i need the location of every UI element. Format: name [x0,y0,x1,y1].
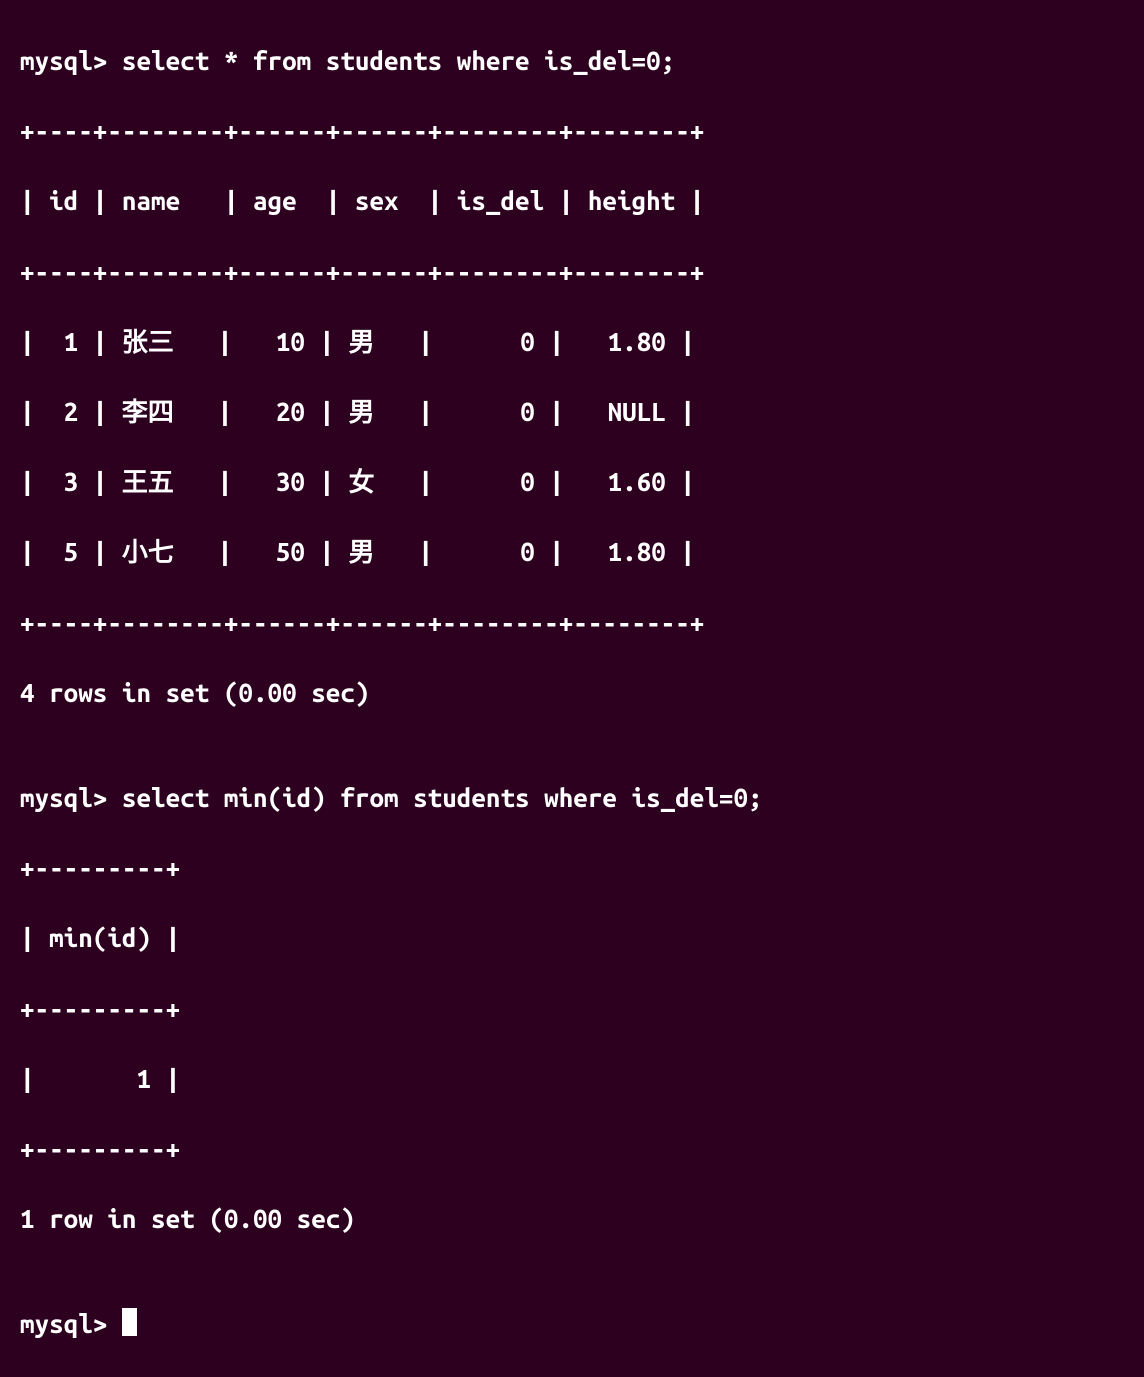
table-row: | 1 | [20,1061,1124,1096]
query1-sql: select * from students where is_del=0; [122,46,675,75]
query2-sql: select min(id) from students where is_de… [122,783,763,812]
query2-header-row: | min(id) | [20,920,1124,955]
query2-border-mid: +---------+ [20,991,1124,1026]
query1-status: 4 rows in set (0.00 sec) [20,675,1124,710]
table-row: | 2 | 李四 | 20 | 男 | 0 | NULL | [20,394,1124,429]
table-row: | 5 | 小七 | 50 | 男 | 0 | 1.80 | [20,534,1124,569]
table-row: | 1 | 张三 | 10 | 男 | 0 | 1.80 | [20,324,1124,359]
query1-header-row: | id | name | age | sex | is_del | heigh… [20,183,1124,218]
query1-border-top: +----+--------+------+------+--------+--… [20,113,1124,148]
mysql-prompt: mysql> [20,783,122,812]
query1-border-mid: +----+--------+------+------+--------+--… [20,254,1124,289]
query2-command-line: mysql> select min(id) from students wher… [20,780,1124,815]
query1-command-line: mysql> select * from students where is_d… [20,43,1124,78]
query2-border-bottom: +---------+ [20,1131,1124,1166]
query1-border-bottom: +----+--------+------+------+--------+--… [20,605,1124,640]
terminal-output: mysql> select * from students where is_d… [20,8,1124,1377]
query2-border-top: +---------+ [20,850,1124,885]
mysql-prompt: mysql> [20,46,122,75]
active-prompt-line[interactable]: mysql> [20,1306,1124,1341]
query2-status: 1 row in set (0.00 sec) [20,1201,1124,1236]
table-row: | 3 | 王五 | 30 | 女 | 0 | 1.60 | [20,464,1124,499]
mysql-prompt: mysql> [20,1309,122,1338]
cursor [122,1308,137,1336]
